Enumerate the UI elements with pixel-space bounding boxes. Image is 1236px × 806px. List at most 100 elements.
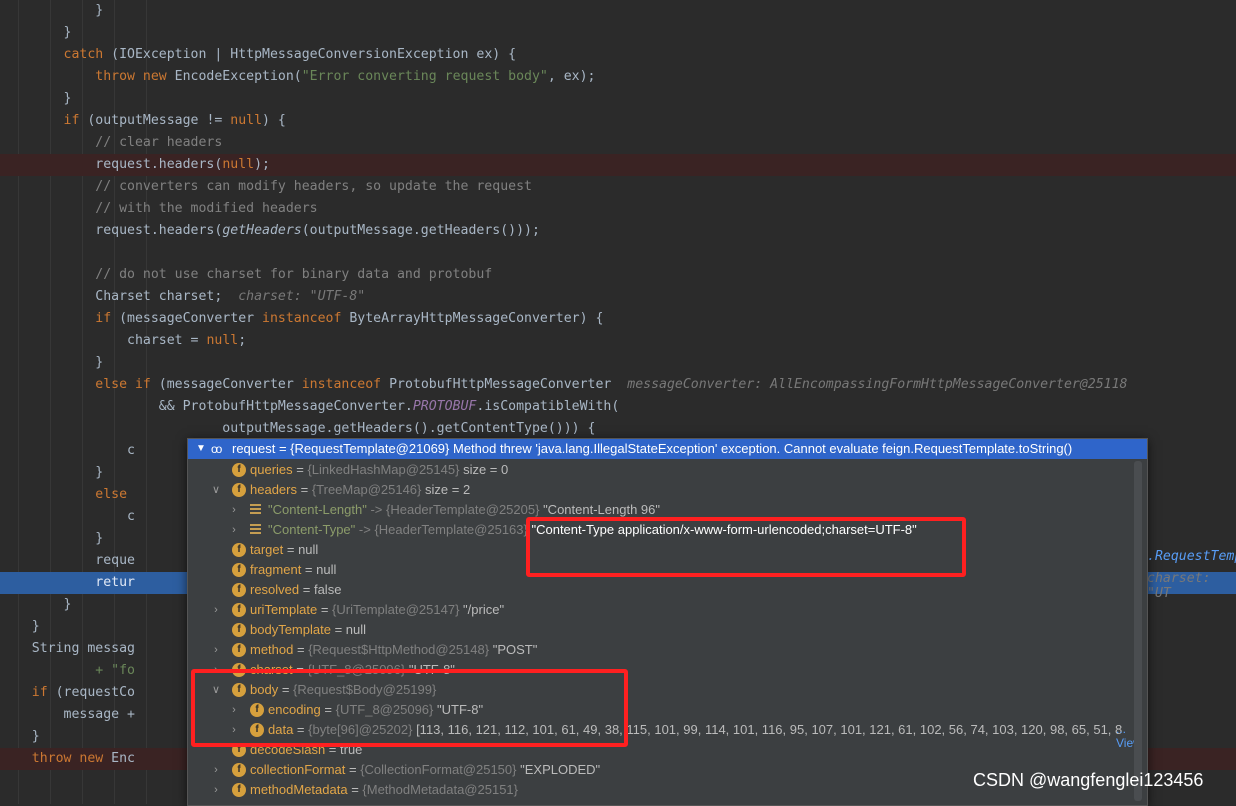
variable-row[interactable]: › f uriTemplate = {UriTemplate@25147} "/pr… (188, 600, 1128, 620)
collapsed-chevron-icon[interactable]: › (210, 780, 222, 800)
variable-row[interactable]: › f method = {Request$HttpMethod@25148} "P… (188, 640, 1128, 660)
map-key: "Content-Length" (268, 502, 367, 517)
code-line[interactable]: request.headers(null); (0, 154, 1236, 176)
code-line[interactable] (0, 242, 1236, 264)
collapsed-chevron-icon[interactable]: › (210, 600, 222, 620)
variable-text: target = null (250, 540, 318, 560)
code-line[interactable]: throw new EncodeException("Error convert… (0, 66, 1236, 88)
expanded-chevron-icon[interactable]: ∨ (210, 480, 222, 500)
assign-operator: = (317, 602, 333, 617)
variable-row[interactable]: f queries = {LinkedHashMap@25145} size = … (188, 460, 1128, 480)
assign-operator: = (347, 782, 363, 797)
field-icon: f (232, 543, 246, 557)
code-line[interactable]: request.headers(getHeaders(outputMessage… (0, 220, 1236, 242)
assign-operator: = (292, 462, 308, 477)
code-token: } (0, 25, 72, 40)
variable-name: uriTemplate (250, 602, 318, 617)
code-line[interactable]: charset = null; (0, 330, 1236, 352)
code-token: messageConverter: AllEncompassingFormHtt… (627, 377, 1128, 392)
code-line[interactable]: outputMessage.getHeaders().getContentTyp… (0, 418, 1236, 440)
popup-header-row[interactable]: ▼ oo request = {RequestTemplate@21069} M… (188, 439, 1147, 459)
variable-row[interactable]: ∨ f headers = {TreeMap@25146} size = 2 (188, 480, 1128, 500)
code-token: retur (0, 575, 135, 590)
code-line[interactable]: // converters can modify headers, so upd… (0, 176, 1236, 198)
content-type-highlight (526, 517, 966, 577)
variable-value: "Content-Length 96" (543, 502, 660, 517)
code-line[interactable]: // clear headers (0, 132, 1236, 154)
charset-hint: charset: "UT (1147, 571, 1211, 601)
code-token: if (0, 685, 48, 700)
code-line[interactable]: if (messageConverter instanceof ByteArra… (0, 308, 1236, 330)
collapsed-chevron-icon[interactable]: › (210, 640, 222, 660)
variable-value: "/price" (463, 602, 505, 617)
code-token: PROTOBUF (412, 399, 477, 414)
field-icon: f (232, 463, 246, 477)
code-line[interactable]: // do not use charset for binary data an… (0, 264, 1236, 286)
collapsed-chevron-icon[interactable]: › (228, 500, 240, 520)
object-ref: {HeaderTemplate@25205} (386, 502, 540, 517)
assign-operator: = (330, 622, 346, 637)
code-token: request.headers( (0, 223, 223, 238)
code-token: } (0, 531, 104, 546)
assign-operator: = (301, 562, 317, 577)
code-line[interactable]: // with the modified headers (0, 198, 1236, 220)
assign-operator: -> (355, 522, 375, 537)
variable-text: method = {Request$HttpMethod@25148} "POS… (250, 640, 537, 660)
code-token: null (230, 113, 263, 128)
variable-value: null (298, 542, 319, 557)
collapsed-chevron-icon[interactable]: › (228, 520, 240, 540)
map-key: "Content-Type" (268, 522, 356, 537)
collapse-arrow-icon[interactable]: ▼ (196, 439, 206, 459)
debug-evaluate-popup[interactable]: ▼ oo request = {RequestTemplate@21069} M… (187, 438, 1148, 806)
code-token: else (0, 487, 128, 502)
code-line[interactable]: else if (messageConverter instanceof Pro… (0, 374, 1236, 396)
code-line[interactable]: } (0, 88, 1236, 110)
assign-operator: = (299, 582, 314, 597)
code-token: Charset charset; (0, 289, 239, 304)
code-token: } (0, 355, 104, 370)
code-token: null (222, 157, 255, 172)
assign-operator: = (283, 542, 299, 557)
popup-scrollbar[interactable] (1134, 461, 1142, 801)
assign-operator: -> (366, 502, 387, 517)
code-line[interactable]: Charset charset; charset: "UTF-8" (0, 286, 1236, 308)
code-token: throw new (0, 751, 104, 766)
code-line[interactable]: && ProtobufHttpMessageConverter.PROTOBUF… (0, 396, 1236, 418)
variable-row[interactable]: f resolved = false (188, 580, 1128, 600)
variable-name: method (250, 642, 294, 657)
collapsed-chevron-icon[interactable]: › (210, 760, 222, 780)
code-token: } (0, 91, 72, 106)
field-icon: f (232, 783, 246, 797)
code-token: null (206, 333, 239, 348)
object-ref: {Request$HttpMethod@25148} (308, 642, 490, 657)
assign-operator: = (293, 642, 309, 657)
code-token: // with the modified headers (0, 201, 318, 216)
variable-row[interactable]: f bodyTemplate = null (188, 620, 1128, 640)
code-line[interactable]: } (0, 0, 1236, 22)
code-token: (IOException | HttpMessageConversionExce… (103, 47, 517, 62)
request-header-text: request = {RequestTemplate@21069} Method… (232, 441, 1073, 456)
field-icon: f (232, 763, 246, 777)
field-icon: f (232, 483, 246, 497)
code-line[interactable]: } (0, 22, 1236, 44)
object-ref: {HeaderTemplate@25163} (374, 522, 528, 537)
code-token: (outputMessage.getHeaders())); (301, 223, 540, 238)
code-token: ProtobufHttpMessageConverter (381, 377, 628, 392)
assign-operator: = (296, 482, 312, 497)
code-token: } (0, 3, 104, 18)
code-line[interactable]: } (0, 352, 1236, 374)
code-token: String messag (0, 641, 135, 656)
code-token: if (0, 113, 80, 128)
watch-glasses-icon: oo (211, 442, 222, 456)
variable-name: queries (250, 462, 293, 477)
code-line[interactable]: if (outputMessage != null) { (0, 110, 1236, 132)
variable-name: resolved (250, 582, 300, 597)
request-template-hint: .RequestTemp (1147, 549, 1236, 564)
body-highlight (191, 669, 628, 747)
variable-text: collectionFormat = {CollectionFormat@251… (250, 760, 600, 780)
object-ref: {CollectionFormat@25150} (360, 762, 517, 777)
code-token: ByteArrayHttpMessageConverter) { (341, 311, 604, 326)
variable-name: collectionFormat (250, 762, 346, 777)
view-link[interactable]: ... View (1116, 722, 1147, 750)
code-line[interactable]: catch (IOException | HttpMessageConversi… (0, 44, 1236, 66)
